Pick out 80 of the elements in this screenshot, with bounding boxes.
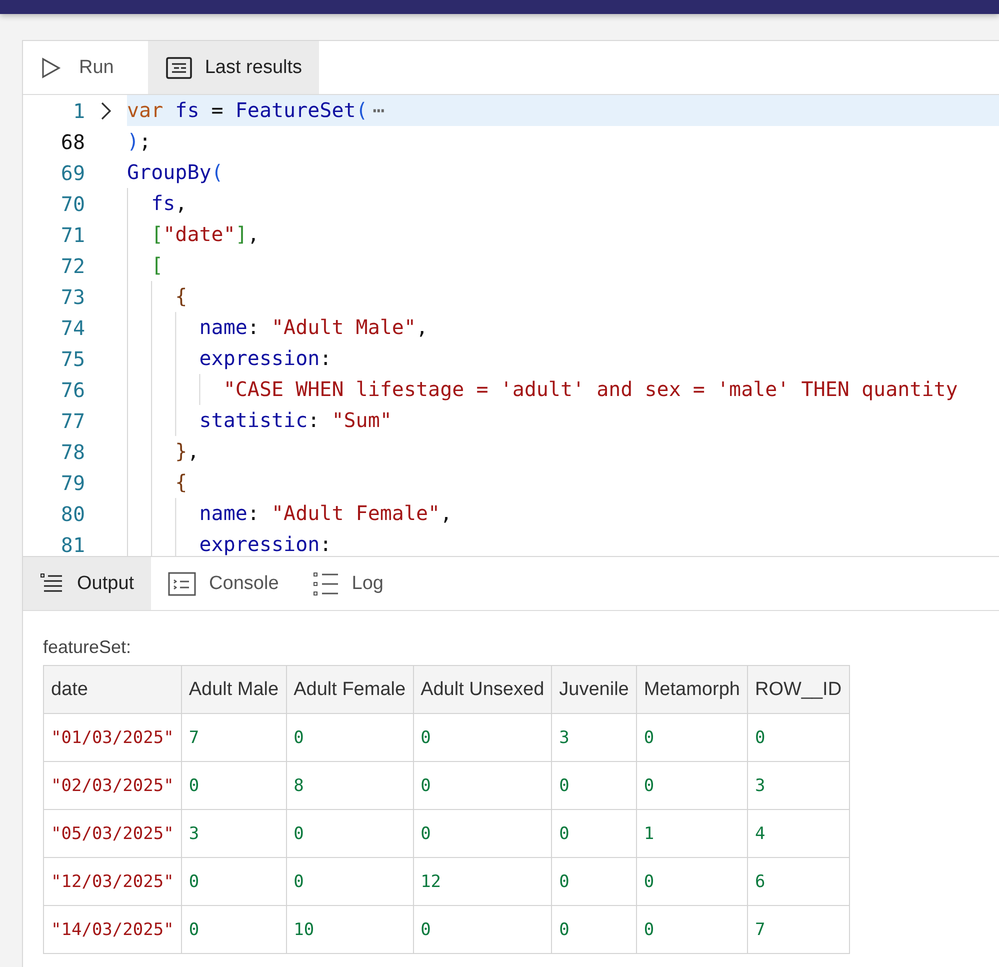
console-icon: [168, 572, 196, 596]
line-number: 77: [60, 408, 85, 432]
table-cell: 0: [413, 714, 552, 762]
table-cell: 1: [636, 810, 748, 858]
column-header: Adult Female: [286, 666, 414, 714]
table-cell: 0: [181, 906, 286, 954]
results-icon: [166, 56, 192, 78]
code-line: GroupBy(: [127, 159, 224, 186]
column-header: date: [44, 666, 182, 714]
table-cell: 3: [552, 714, 636, 762]
chevron-icon[interactable]: [100, 100, 112, 120]
line-number: 79: [60, 470, 85, 494]
table-cell: 8: [286, 762, 414, 810]
toolbar-tab[interactable]: Last results: [148, 41, 320, 94]
code-line: name: "Adult Female",: [127, 498, 999, 529]
code-line: {: [127, 467, 999, 498]
table-cell: 0: [286, 810, 414, 858]
line-number: 72: [60, 254, 85, 278]
table-cell: 0: [552, 906, 636, 954]
list-icon: [40, 572, 64, 594]
table-cell: 0: [552, 858, 636, 906]
code-line: ["date"],: [127, 219, 999, 250]
table-cell: 6: [747, 858, 850, 906]
table-cell: 0: [747, 714, 850, 762]
table-cell: 0: [413, 810, 552, 858]
log-icon: [312, 570, 339, 596]
table-cell: 0: [181, 858, 286, 906]
result-label: featureSet:: [43, 637, 132, 658]
line-number: 74: [60, 316, 85, 340]
table-cell: 0: [636, 762, 748, 810]
table-cell: 0: [286, 714, 414, 762]
table-cell: 3: [181, 810, 286, 858]
line-number: 1: [72, 98, 85, 122]
column-header: Juvenile: [552, 666, 636, 714]
line-number: 69: [60, 160, 85, 184]
code-line: );: [127, 128, 152, 155]
code-line: statistic: "Sum": [127, 405, 999, 436]
play-icon: [41, 56, 61, 78]
table-cell: 0: [636, 714, 748, 762]
code-line: name: "Adult Male",: [127, 312, 999, 343]
column-header: Adult Male: [181, 666, 286, 714]
line-number: 78: [60, 440, 85, 464]
table-cell: 3: [747, 762, 850, 810]
table-cell: "02/03/2025": [44, 762, 182, 810]
code-line: },: [127, 436, 999, 467]
table-cell: 7: [747, 906, 850, 954]
line-number: 80: [60, 502, 85, 526]
table-cell: 0: [413, 762, 552, 810]
code-line: "CASE WHEN lifestage = 'adult' and sex = 'male' THEN quantity: [127, 374, 999, 405]
table-cell: 10: [286, 906, 414, 954]
line-number: 75: [60, 346, 85, 370]
table-cell: "05/03/2025": [44, 810, 182, 858]
code-line: fs,: [127, 188, 999, 219]
code-line: expression:: [127, 529, 999, 556]
column-header: ROW__ID: [747, 666, 850, 714]
table-cell: "01/03/2025": [44, 714, 182, 762]
line-number: 81: [60, 532, 85, 556]
table-cell: "12/03/2025": [44, 858, 182, 906]
line-number: 76: [60, 378, 85, 402]
code-line: expression:: [127, 343, 999, 374]
line-number: 71: [60, 222, 85, 246]
table-cell: 0: [636, 906, 748, 954]
table-cell: 0: [286, 858, 414, 906]
code-line: [: [127, 250, 999, 281]
line-number: 70: [60, 192, 85, 216]
table-cell: 0: [636, 858, 748, 906]
table-cell: 0: [413, 906, 552, 954]
table-cell: 0: [552, 810, 636, 858]
code-line: {: [127, 281, 999, 312]
table-cell: 0: [552, 762, 636, 810]
table-cell: 12: [413, 858, 552, 906]
line-number: 68: [60, 130, 85, 154]
table-cell: "14/03/2025": [44, 906, 182, 954]
table-cell: 7: [181, 714, 286, 762]
line-number: 73: [60, 284, 85, 308]
table-cell: 4: [747, 810, 850, 858]
column-header: Metamorph: [636, 666, 748, 714]
output-tab[interactable]: Output: [23, 557, 152, 610]
column-header: Adult Unsexed: [413, 666, 552, 714]
table-cell: 0: [181, 762, 286, 810]
